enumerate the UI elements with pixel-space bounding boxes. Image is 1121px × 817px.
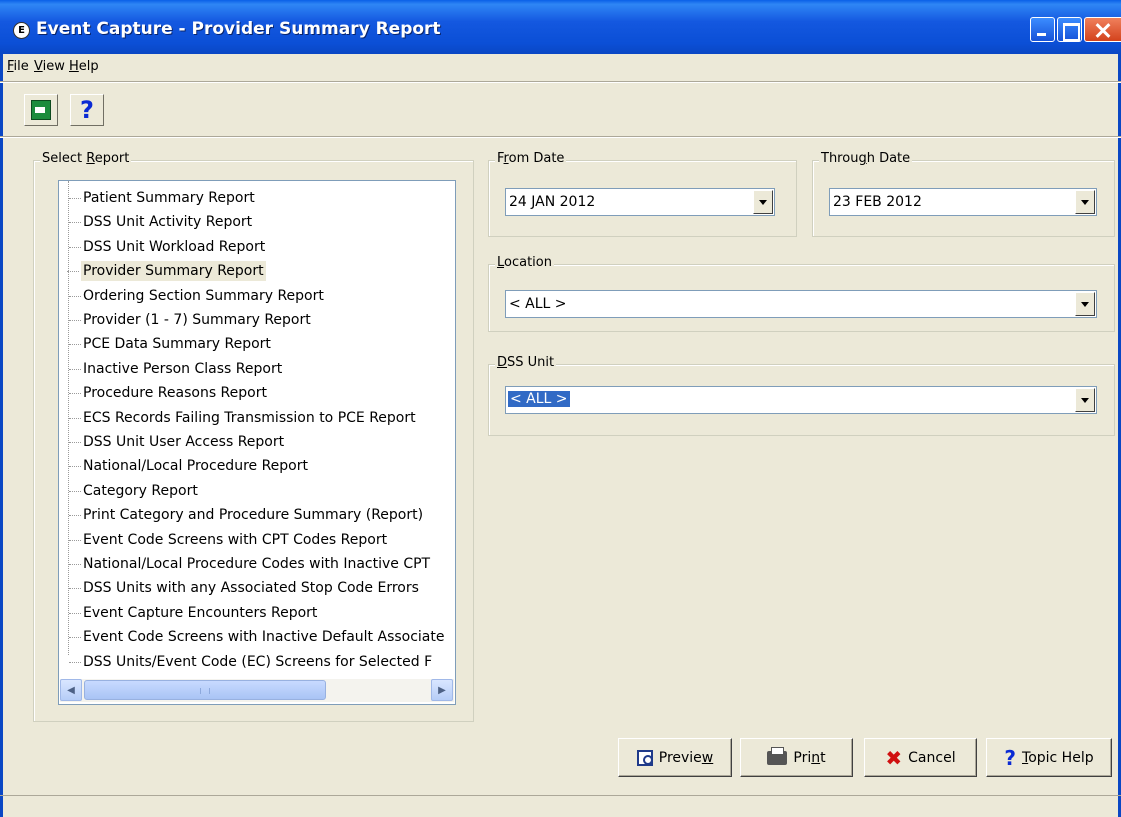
maximize-button[interactable] (1057, 17, 1082, 42)
tree-item[interactable]: National/Local Procedure Codes with Inac… (68, 554, 430, 574)
tree-item[interactable]: Event Code Screens with Inactive Default… (68, 627, 444, 647)
printer-icon (767, 746, 788, 765)
status-bar (0, 795, 1121, 796)
content-separator (0, 136, 1121, 138)
from-date-dropdown-button[interactable] (753, 190, 773, 214)
grip-icon (200, 688, 210, 694)
through-date-legend: Through Date (819, 151, 913, 166)
toolbar-separator (0, 81, 1121, 83)
menu-file[interactable]: File (7, 59, 29, 74)
window-title: Event Capture - Provider Summary Report (36, 19, 441, 39)
topic-help-button[interactable]: ? Topic Help (986, 738, 1112, 777)
from-date-legend: From Date (495, 151, 567, 166)
dss-unit-value: < ALL > (508, 391, 570, 407)
location-dropdown-button[interactable] (1075, 292, 1095, 316)
through-date-combo[interactable]: 23 FEB 2012 (829, 188, 1097, 216)
tree-item[interactable]: Patient Summary Report (69, 188, 255, 208)
location-combo[interactable]: < ALL > (505, 290, 1097, 318)
scroll-left-button[interactable]: ◀ (60, 679, 82, 701)
minimize-button[interactable] (1030, 17, 1055, 42)
scroll-right-button[interactable]: ▶ (431, 679, 453, 701)
tree-item[interactable]: DSS Units/Event Code (EC) Screens for Se… (68, 652, 432, 672)
help-toolbar-button[interactable]: ? (70, 94, 104, 126)
location-legend: Location (495, 255, 554, 270)
topic-help-label: Topic Help (1022, 749, 1094, 766)
preview-icon (636, 749, 653, 766)
print-label: Print (793, 749, 826, 766)
tree-item[interactable]: DSS Unit Workload Report (68, 237, 265, 257)
print-button[interactable]: Print (740, 738, 853, 777)
location-value: < ALL > (509, 296, 567, 312)
cancel-label: Cancel (908, 749, 956, 766)
tree-item[interactable]: Procedure Reasons Report (69, 383, 267, 403)
menu-bar: File View Help (0, 54, 1121, 78)
tree-item[interactable]: Provider (1 - 7) Summary Report (69, 310, 311, 330)
tree-item[interactable]: National/Local Procedure Report (69, 456, 308, 476)
tree-item[interactable]: Provider Summary Report (67, 261, 266, 282)
tree-item[interactable]: Print Category and Procedure Summary (Re… (68, 505, 423, 525)
dss-unit-legend: DSS Unit (495, 355, 557, 370)
tree-item[interactable]: ECS Records Failing Transmission to PCE … (69, 408, 416, 428)
exit-button[interactable] (24, 94, 58, 126)
horizontal-scrollbar[interactable]: ◀ ▶ (60, 679, 454, 702)
through-date-value: 23 FEB 2012 (833, 194, 922, 210)
tree-item[interactable]: Inactive Person Class Report (68, 359, 282, 379)
select-report-legend: Select Report (40, 151, 132, 166)
dss-unit-combo[interactable]: < ALL > (505, 386, 1097, 414)
help-icon: ? (80, 96, 94, 124)
exit-icon (31, 100, 51, 120)
through-date-dropdown-button[interactable] (1075, 190, 1095, 214)
tree-item[interactable]: Ordering Section Summary Report (69, 286, 324, 306)
tree-item[interactable]: DSS Units with any Associated Stop Code … (69, 578, 419, 598)
tree-item[interactable]: Event Code Screens with CPT Codes Report (68, 530, 387, 550)
report-tree[interactable]: Patient Summary Report DSS Unit Activity … (58, 180, 456, 705)
window-border-left (0, 54, 3, 817)
preview-button[interactable]: Preview (618, 738, 732, 777)
dss-unit-dropdown-button[interactable] (1075, 388, 1095, 412)
from-date-value: 24 JAN 2012 (509, 194, 596, 210)
tree-item[interactable]: DSS Unit Activity Report (68, 212, 252, 232)
menu-view[interactable]: View (34, 59, 65, 74)
menu-help[interactable]: Help (69, 59, 99, 74)
help-icon: ? (1004, 745, 1016, 770)
scroll-thumb[interactable] (84, 680, 326, 700)
app-icon: E (13, 22, 30, 39)
cancel-button[interactable]: ✖ Cancel (864, 738, 977, 777)
cancel-x-icon: ✖ (885, 745, 903, 770)
tree-item[interactable]: PCE Data Summary Report (69, 334, 271, 354)
preview-label: Preview (658, 749, 714, 766)
from-date-combo[interactable]: 24 JAN 2012 (505, 188, 775, 216)
title-bar[interactable]: E Event Capture - Provider Summary Repor… (0, 0, 1121, 54)
close-button[interactable] (1084, 17, 1121, 42)
tree-item[interactable]: Category Report (69, 481, 198, 501)
tree-item[interactable]: Event Capture Encounters Report (68, 603, 317, 623)
tree-item[interactable]: DSS Unit User Access Report (68, 432, 284, 452)
